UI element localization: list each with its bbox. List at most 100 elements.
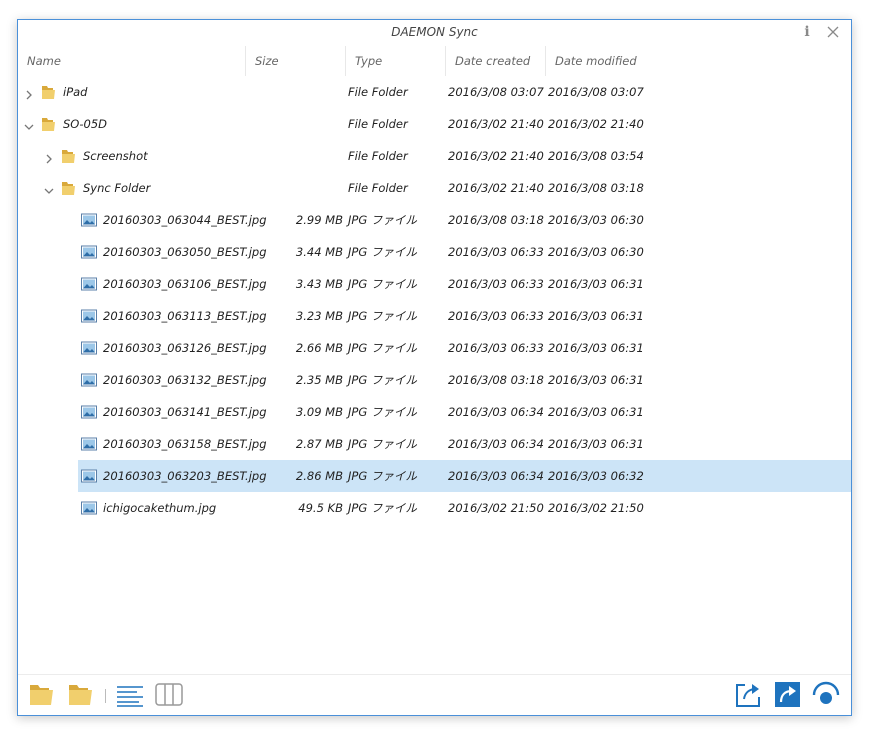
- col-date-created[interactable]: Date created: [446, 46, 546, 76]
- row-size: 49.5 KB: [298, 501, 343, 515]
- table-row[interactable]: Screenshot File Folder 2016/3/02 21:40 2016…: [18, 140, 851, 172]
- table-row[interactable]: 20160303_063141_BEST.jpg 3.09 MB JPG ファイル 2…: [18, 396, 851, 428]
- row-date-created: 2016/3/03 06:33: [448, 277, 544, 291]
- col-type[interactable]: Type: [346, 46, 446, 76]
- row-date-modified: 2016/3/03 06:30: [548, 213, 644, 227]
- row-date-modified: 2016/3/03 06:31: [548, 309, 644, 323]
- row-type: JPG ファイル: [348, 213, 417, 227]
- app-window: DAEMON Sync i Name Size Type Date create…: [17, 19, 852, 716]
- table-row[interactable]: 20160303_063203_BEST.jpg 2.86 MB JPG ファイル 2…: [78, 460, 851, 492]
- image-file-icon: [80, 275, 98, 293]
- table-row[interactable]: iPad File Folder 2016/3/08 03:07 2016/3/08 …: [18, 76, 851, 108]
- folder-button-1[interactable]: [27, 679, 57, 709]
- row-date-modified: 2016/3/02 21:40: [548, 117, 644, 131]
- image-file-icon: [80, 403, 98, 421]
- row-type: File Folder: [348, 85, 408, 99]
- row-date-created: 2016/3/08 03:07: [448, 85, 544, 99]
- table-row[interactable]: 20160303_063050_BEST.jpg 3.44 MB JPG ファイル 2…: [18, 236, 851, 268]
- row-type: File Folder: [348, 149, 408, 163]
- image-file-icon: [80, 307, 98, 325]
- row-date-modified: 2016/3/08 03:07: [548, 85, 644, 99]
- image-file-icon: [80, 243, 98, 261]
- row-type: File Folder: [348, 117, 408, 131]
- chevron-down-icon[interactable]: [43, 182, 55, 194]
- row-type: JPG ファイル: [348, 405, 417, 419]
- row-name: ichigocakethum.jpg: [103, 501, 217, 515]
- row-date-modified: 2016/3/03 06:30: [548, 245, 644, 259]
- share-button[interactable]: [733, 679, 763, 709]
- row-date-modified: 2016/3/08 03:18: [548, 181, 644, 195]
- sync-button[interactable]: [811, 679, 841, 709]
- row-date-created: 2016/3/02 21:40: [448, 181, 544, 195]
- list-view-button[interactable]: [115, 679, 145, 709]
- row-type: JPG ファイル: [348, 341, 417, 355]
- toolbar-divider: [105, 689, 106, 703]
- list-view-icon: [117, 686, 143, 707]
- folder-icon: [60, 147, 78, 165]
- table-row[interactable]: 20160303_063126_BEST.jpg 2.66 MB JPG ファイル 2…: [18, 332, 851, 364]
- folder-button-2[interactable]: [66, 679, 96, 709]
- row-date-created: 2016/3/02 21:40: [448, 149, 544, 163]
- forward-button[interactable]: [772, 679, 802, 709]
- row-type: JPG ファイル: [348, 469, 417, 483]
- bottom-toolbar: [18, 674, 851, 715]
- row-size: 2.86 MB: [295, 469, 343, 483]
- col-size[interactable]: Size: [246, 46, 346, 76]
- row-date-modified: 2016/3/03 06:31: [548, 405, 644, 419]
- row-date-created: 2016/3/03 06:34: [448, 469, 544, 483]
- table-row[interactable]: Sync Folder File Folder 2016/3/02 21:40 201…: [18, 172, 851, 204]
- column-view-icon: [155, 683, 183, 706]
- folder-icon: [40, 115, 58, 133]
- table-row[interactable]: 20160303_063113_BEST.jpg 3.23 MB JPG ファイル 2…: [18, 300, 851, 332]
- folder-icon: [30, 685, 53, 705]
- chevron-down-icon[interactable]: [23, 118, 35, 130]
- row-size: 2.99 MB: [295, 213, 343, 227]
- row-date-created: 2016/3/03 06:33: [448, 341, 544, 355]
- column-header: Name Size Type Date created Date modifie…: [18, 46, 851, 76]
- share-icon: [736, 684, 760, 707]
- row-date-modified: 2016/3/03 06:32: [548, 469, 644, 483]
- table-row[interactable]: 20160303_063158_BEST.jpg 2.87 MB JPG ファイル 2…: [18, 428, 851, 460]
- row-size: 2.35 MB: [295, 373, 343, 387]
- row-name: SO-05D: [63, 117, 107, 131]
- row-name: 20160303_063141_BEST.jpg: [103, 405, 267, 419]
- table-row[interactable]: SO-05D File Folder 2016/3/02 21:40 2016/3/0…: [18, 108, 851, 140]
- row-size: 3.43 MB: [295, 277, 343, 291]
- row-name: 20160303_063106_BEST.jpg: [103, 277, 267, 291]
- table-row[interactable]: 20160303_063132_BEST.jpg 2.35 MB JPG ファイル 2…: [18, 364, 851, 396]
- row-size: 3.09 MB: [295, 405, 343, 419]
- image-file-icon: [80, 499, 98, 517]
- chevron-right-icon[interactable]: [23, 86, 35, 100]
- table-row[interactable]: ichigocakethum.jpg 49.5 KB JPG ファイル 2016/3/…: [18, 492, 851, 524]
- info-button[interactable]: i: [797, 23, 817, 43]
- row-size: 2.87 MB: [295, 437, 343, 451]
- row-size: [248, 140, 343, 172]
- col-name[interactable]: Name: [18, 46, 246, 76]
- row-size: 3.23 MB: [295, 309, 343, 323]
- row-size: [248, 172, 343, 204]
- table-row[interactable]: 20160303_063106_BEST.jpg 3.43 MB JPG ファイル 2…: [18, 268, 851, 300]
- row-date-created: 2016/3/02 21:50: [448, 501, 544, 515]
- row-size: 3.44 MB: [295, 245, 343, 259]
- close-icon: [827, 26, 839, 38]
- chevron-right-icon[interactable]: [43, 150, 55, 164]
- row-date-created: 2016/3/03 06:34: [448, 405, 544, 419]
- row-date-created: 2016/3/03 06:34: [448, 437, 544, 451]
- row-date-created: 2016/3/03 06:33: [448, 245, 544, 259]
- row-name: 20160303_063132_BEST.jpg: [103, 373, 267, 387]
- row-name: 20160303_063113_BEST.jpg: [103, 309, 267, 323]
- col-date-modified[interactable]: Date modified: [546, 46, 646, 76]
- title-bar: DAEMON Sync i: [18, 20, 851, 46]
- image-file-icon: [80, 339, 98, 357]
- column-view-button[interactable]: [154, 679, 184, 709]
- table-row[interactable]: 20160303_063044_BEST.jpg 2.99 MB JPG ファイル 2…: [18, 204, 851, 236]
- forward-icon: [775, 682, 800, 707]
- folder-icon: [40, 83, 58, 101]
- row-name: Screenshot: [83, 149, 148, 163]
- row-name: 20160303_063126_BEST.jpg: [103, 341, 267, 355]
- row-name: iPad: [63, 85, 88, 99]
- row-name: 20160303_063044_BEST.jpg: [103, 213, 267, 227]
- row-name: Sync Folder: [83, 181, 151, 195]
- close-button[interactable]: [823, 22, 843, 42]
- row-type: JPG ファイル: [348, 245, 417, 259]
